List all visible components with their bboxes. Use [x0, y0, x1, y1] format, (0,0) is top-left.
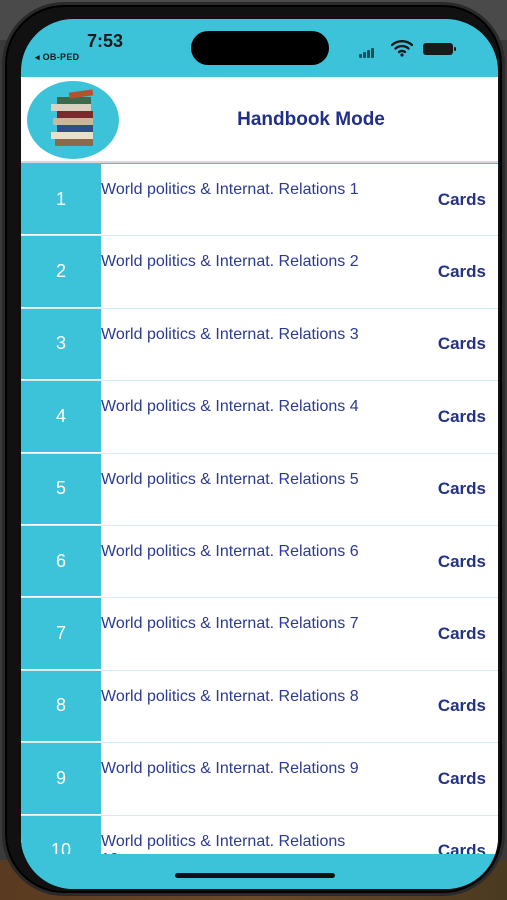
list-item[interactable]: 6 World politics & Internat. Relations 6 C…	[21, 525, 498, 599]
item-number: 2	[21, 236, 101, 308]
list-item[interactable]: 2 World politics & Internat. Relations 2 C…	[21, 236, 498, 309]
cards-button[interactable]: Cards	[438, 598, 486, 669]
list-item[interactable]: 10World politics & Internat. Relations 1…	[21, 815, 498, 854]
cards-button[interactable]: Cards	[438, 671, 486, 742]
home-indicator[interactable]	[175, 873, 335, 878]
cards-button[interactable]: Cards	[438, 381, 486, 452]
item-number: 4	[21, 381, 101, 453]
list-item[interactable]: 8 World politics & Internat. Relations 8 C…	[21, 670, 498, 744]
item-title[interactable]: World politics & Internat. Relations 10	[101, 833, 361, 854]
item-title[interactable]: World politics & Internat. Relations 1	[101, 181, 361, 199]
cards-button[interactable]: Cards	[438, 236, 486, 307]
cards-button[interactable]: Cards	[438, 309, 486, 380]
list-item[interactable]: 3 World politics & Internat. Relations 3 C…	[21, 308, 498, 382]
item-title[interactable]: World politics & Internat. Relations 2	[101, 253, 361, 271]
item-title[interactable]: World politics & Internat. Relations 5	[101, 471, 361, 489]
app-header: Handbook Mode	[21, 77, 498, 163]
battery-icon	[423, 43, 456, 55]
cards-button[interactable]: Cards	[438, 743, 486, 814]
phone-screen: 7:53 ◂ OB-PED Handbook Mode 1 World poli…	[21, 19, 498, 889]
item-number: 10	[21, 815, 101, 854]
item-number: 8	[21, 670, 101, 743]
cards-button[interactable]: Cards	[438, 526, 486, 597]
list-item[interactable]: 4 World politics & Internat. Relations 4 C…	[21, 381, 498, 454]
item-number: 3	[21, 308, 101, 381]
item-title[interactable]: World politics & Internat. Relations 9	[101, 760, 361, 778]
list-item[interactable]: 1 World politics & Internat. Relations 1 C…	[21, 164, 498, 237]
list-item[interactable]: 9 World politics & Internat. Relations 9 C…	[21, 743, 498, 816]
dynamic-island	[191, 31, 329, 65]
cards-button[interactable]: Cards	[438, 454, 486, 525]
chapter-list: 1 World politics & Internat. Relations 1 C…	[21, 164, 498, 854]
item-title[interactable]: World politics & Internat. Relations 3	[101, 326, 361, 344]
cards-button[interactable]: Cards	[438, 816, 486, 854]
item-title[interactable]: World politics & Internat. Relations 6	[101, 543, 361, 561]
list-item[interactable]: 5 World politics & Internat. Relations 5 C…	[21, 453, 498, 526]
item-number: 6	[21, 525, 101, 598]
stack-of-books-icon	[27, 81, 119, 159]
bottom-safe-area	[21, 854, 498, 889]
cards-button[interactable]: Cards	[438, 164, 486, 235]
item-number: 1	[21, 164, 101, 236]
status-bar: 7:53 ◂ OB-PED	[21, 19, 498, 77]
item-title[interactable]: World politics & Internat. Relations 4	[101, 398, 361, 416]
item-title[interactable]: World politics & Internat. Relations 8	[101, 688, 361, 706]
cellular-signal-icon	[359, 45, 375, 63]
item-title[interactable]: World politics & Internat. Relations 7	[101, 615, 361, 633]
item-number: 5	[21, 453, 101, 525]
list-item[interactable]: 7 World politics & Internat. Relations 7 C…	[21, 598, 498, 671]
wifi-icon	[391, 40, 413, 57]
item-number: 9	[21, 743, 101, 815]
back-to-app-link[interactable]: ◂ OB-PED	[35, 52, 79, 63]
status-time: 7:53	[87, 31, 124, 51]
item-number: 7	[21, 598, 101, 670]
page-title: Handbook Mode	[237, 109, 385, 130]
phone-frame: 7:53 ◂ OB-PED Handbook Mode 1 World poli…	[2, 2, 505, 896]
